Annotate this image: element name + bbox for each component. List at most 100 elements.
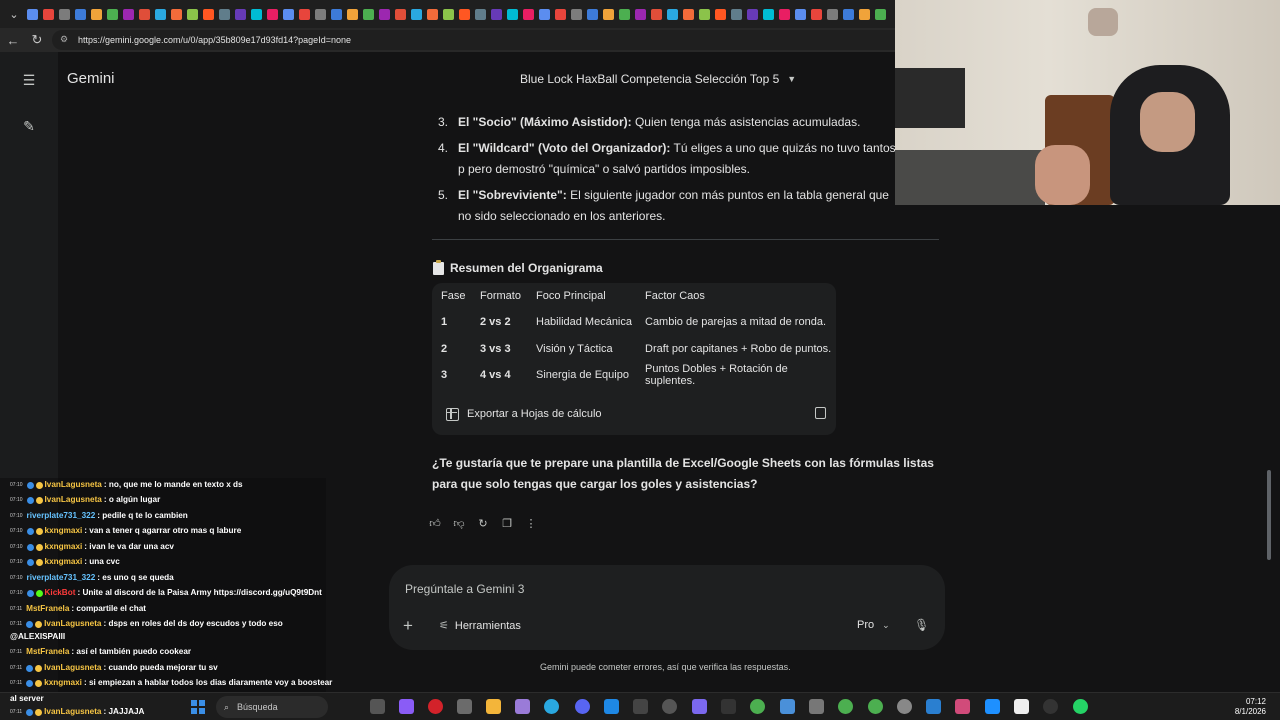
thumbs-up-icon[interactable]: 👍︎: [426, 515, 444, 531]
tab-favicon-icon[interactable]: [331, 8, 342, 20]
tab-favicon-icon[interactable]: [251, 8, 262, 20]
app-icon[interactable]: [692, 699, 707, 714]
tab-favicon-icon[interactable]: [667, 8, 678, 20]
tab-favicon-icon[interactable]: [795, 8, 806, 20]
tab-favicon-icon[interactable]: [651, 8, 662, 20]
discord-icon[interactable]: [575, 699, 590, 714]
settings-icon[interactable]: [897, 699, 912, 714]
tab-favicon-icon[interactable]: [875, 8, 886, 20]
chat-title[interactable]: Blue Lock HaxBall Competencia Selección …: [520, 72, 796, 86]
menu-icon[interactable]: ☰: [20, 71, 38, 89]
tab-favicon-icon[interactable]: [171, 8, 182, 20]
tab-favicon-icon[interactable]: [507, 8, 518, 20]
app-icon[interactable]: [926, 699, 941, 714]
scrollbar[interactable]: [1267, 470, 1271, 560]
edge-icon[interactable]: [544, 699, 559, 714]
tab-favicon-icon[interactable]: [539, 8, 550, 20]
tab-favicon-icon[interactable]: [843, 8, 854, 20]
app-icon[interactable]: [633, 699, 648, 714]
app-icon[interactable]: [662, 699, 677, 714]
tab-favicon-icon[interactable]: [283, 8, 294, 20]
prompt-placeholder[interactable]: Pregúntale a Gemini 3: [405, 582, 524, 596]
tab-favicon-icon[interactable]: [443, 8, 454, 20]
add-icon[interactable]: +: [403, 616, 413, 636]
tab-favicon-icon[interactable]: [683, 8, 694, 20]
tab-favicon-icon[interactable]: [715, 8, 726, 20]
tab-favicon-icon[interactable]: [427, 8, 438, 20]
tab-favicon-icon[interactable]: [75, 8, 86, 20]
app-icon[interactable]: [809, 699, 824, 714]
tab-favicon-icon[interactable]: [107, 8, 118, 20]
media-player-icon[interactable]: [1043, 699, 1058, 714]
capcut-icon[interactable]: [1014, 699, 1029, 714]
tab-favicon-icon[interactable]: [811, 8, 822, 20]
tab-favicon-icon[interactable]: [43, 8, 54, 20]
chrome-icon[interactable]: [838, 699, 853, 714]
tab-search-chevron-icon[interactable]: ⌄: [6, 6, 22, 22]
tab-favicon-icon[interactable]: [219, 8, 230, 20]
opera-icon[interactable]: [428, 699, 443, 714]
regenerate-icon[interactable]: ↻: [474, 515, 492, 531]
reload-icon[interactable]: ↻: [26, 29, 48, 51]
thumbs-down-icon[interactable]: 👎︎: [450, 515, 468, 531]
app-icon[interactable]: [955, 699, 970, 714]
tools-button[interactable]: ⚟ Herramientas: [439, 619, 521, 633]
tab-favicon-icon[interactable]: [347, 8, 358, 20]
tab-favicon-icon[interactable]: [587, 8, 598, 20]
back-icon[interactable]: ←: [2, 29, 24, 51]
taskbar-search[interactable]: ⌕ Búsqueda: [216, 696, 328, 718]
system-clock[interactable]: 07:12 8/1/2026: [1228, 697, 1266, 717]
microphone-icon[interactable]: 🎙︎: [914, 618, 929, 632]
tab-favicon-icon[interactable]: [699, 8, 710, 20]
tab-favicon-icon[interactable]: [475, 8, 486, 20]
new-chat-icon[interactable]: ✎: [20, 117, 38, 135]
model-selector[interactable]: Pro ⌄: [857, 619, 890, 631]
tab-favicon-icon[interactable]: [779, 8, 790, 20]
tab-favicon-icon[interactable]: [187, 8, 198, 20]
tab-favicon-icon[interactable]: [523, 8, 534, 20]
export-sheets-button[interactable]: Exportar a Hojas de cálculo: [432, 399, 836, 429]
tab-favicon-icon[interactable]: [859, 8, 870, 20]
app-icon[interactable]: [985, 699, 1000, 714]
copy-table-icon[interactable]: [815, 407, 826, 419]
tab-favicon-icon[interactable]: [747, 8, 758, 20]
task-view-icon[interactable]: [370, 699, 385, 714]
notepad-icon[interactable]: [780, 699, 795, 714]
tab-favicon-icon[interactable]: [155, 8, 166, 20]
copy-icon[interactable]: ❐: [498, 515, 516, 531]
tab-favicon-icon[interactable]: [571, 8, 582, 20]
tab-favicon-icon[interactable]: [139, 8, 150, 20]
tab-favicon-icon[interactable]: [827, 8, 838, 20]
more-options-icon[interactable]: ⋮: [522, 515, 540, 531]
windows-start-icon[interactable]: [191, 700, 205, 714]
whatsapp-icon[interactable]: [1073, 699, 1088, 714]
tab-favicon-icon[interactable]: [315, 8, 326, 20]
tab-favicon-icon[interactable]: [379, 8, 390, 20]
tab-favicon-icon[interactable]: [123, 8, 134, 20]
tab-favicon-icon[interactable]: [731, 8, 742, 20]
tab-favicon-icon[interactable]: [59, 8, 70, 20]
prompt-box[interactable]: Pregúntale a Gemini 3 + ⚟ Herramientas P…: [389, 565, 945, 650]
tab-favicon-icon[interactable]: [267, 8, 278, 20]
terminal-icon[interactable]: [721, 699, 736, 714]
app-icon[interactable]: [604, 699, 619, 714]
tab-favicon-icon[interactable]: [27, 8, 38, 20]
tab-favicon-icon[interactable]: [411, 8, 422, 20]
store-icon[interactable]: [457, 699, 472, 714]
tab-favicon-icon[interactable]: [555, 8, 566, 20]
chrome-icon[interactable]: [750, 699, 765, 714]
tab-favicon-icon[interactable]: [491, 8, 502, 20]
copilot-icon[interactable]: [399, 699, 414, 714]
gemini-brand[interactable]: Gemini: [67, 70, 115, 87]
tab-favicon-icon[interactable]: [395, 8, 406, 20]
tab-favicon-icon[interactable]: [459, 8, 470, 20]
tab-favicon-icon[interactable]: [299, 8, 310, 20]
tab-favicon-icon[interactable]: [619, 8, 630, 20]
tab-favicon-icon[interactable]: [603, 8, 614, 20]
site-info-icon[interactable]: ⚙: [60, 34, 72, 46]
tab-favicon-icon[interactable]: [635, 8, 646, 20]
tab-favicon-icon[interactable]: [363, 8, 374, 20]
chrome-icon[interactable]: [868, 699, 883, 714]
pen-app-icon[interactable]: [515, 699, 530, 714]
tab-favicon-icon[interactable]: [763, 8, 774, 20]
